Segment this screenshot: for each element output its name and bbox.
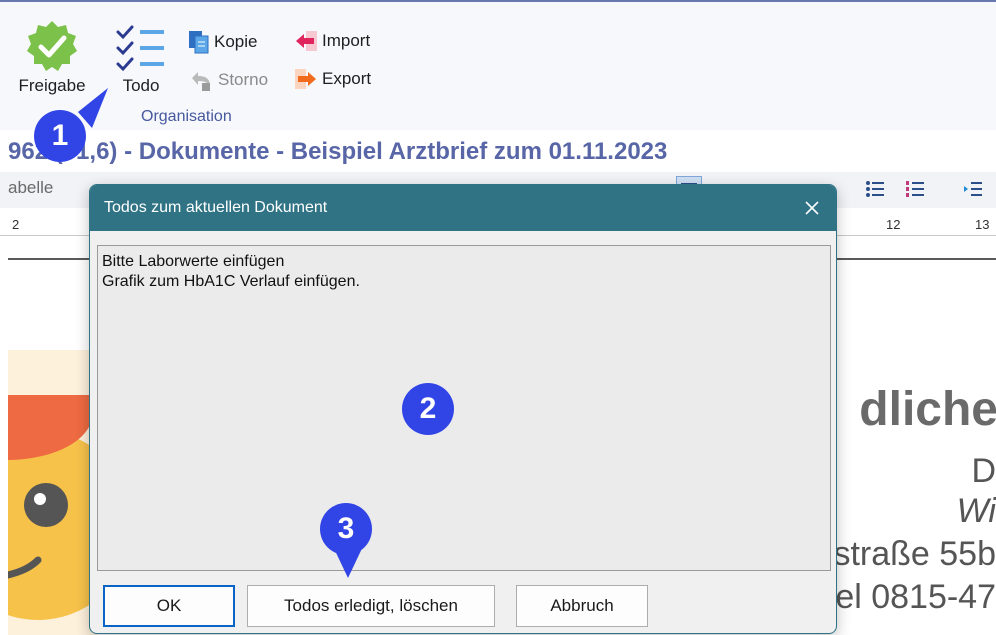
ruler-number: 2 [12, 217, 20, 232]
dialog-titlebar[interactable]: Todos zum aktuellen Dokument [90, 185, 836, 231]
document-line-fragment: straße 55b [833, 535, 996, 573]
todo-button[interactable]: Todo [112, 24, 170, 96]
document-line-fragment: D [971, 452, 996, 490]
toolbar-table-label: abelle [8, 178, 54, 197]
export-arrow-icon [295, 69, 316, 89]
todos-done-delete-button[interactable]: Todos erledigt, löschen [247, 585, 495, 627]
document-heading-fragment: dliche [859, 383, 996, 436]
export-label: Export [322, 69, 372, 88]
dialog-title: Todos zum aktuellen Dokument [104, 199, 328, 216]
mascot-illustration-icon [8, 350, 98, 635]
todo-label: Todo [122, 76, 160, 95]
step-marker-2: 2 [402, 383, 454, 435]
kopie-button[interactable]: Kopie [188, 30, 257, 54]
step-marker-3: 3 [320, 503, 372, 555]
storno-label: Storno [218, 70, 269, 89]
undo-cancel-icon [192, 72, 210, 91]
cancel-button[interactable]: Abbruch [516, 585, 648, 627]
copy-icon [189, 31, 209, 54]
approve-badge-icon [27, 21, 77, 71]
export-button[interactable]: Export [294, 68, 371, 90]
document-line-fragment: Wi [956, 492, 996, 530]
import-button[interactable]: Import [294, 30, 370, 52]
todo-textarea[interactable]: Bitte Laborwerte einfügen Grafik zum HbA… [97, 245, 831, 571]
document-line-fragment: el 0815-47 [835, 578, 996, 616]
bullet-list-icon[interactable] [862, 176, 888, 202]
checklist-icon [116, 25, 164, 72]
ribbon: Freigabe Todo Kopie Storno Import Export… [0, 2, 996, 130]
import-label: Import [322, 31, 371, 50]
indent-icon[interactable] [960, 176, 986, 202]
todo-line: Grafik zum HbA1C Verlauf einfügen. [102, 273, 360, 290]
step-marker-1: 1 [34, 110, 86, 162]
ribbon-group-label: Organisation [141, 108, 232, 125]
ok-button[interactable]: OK [103, 585, 235, 627]
ruler-number: 13 [975, 217, 990, 232]
close-icon[interactable] [800, 196, 824, 220]
document-title: 962 (61,6) - Dokumente - Beispiel Arztbr… [8, 138, 668, 165]
ruler-number: 12 [886, 217, 901, 232]
kopie-label: Kopie [214, 32, 258, 51]
import-arrow-icon [296, 31, 317, 51]
numbered-list-icon[interactable] [902, 176, 928, 202]
todo-dialog: Todos zum aktuellen Dokument Bitte Labor… [89, 184, 837, 634]
todo-line: Bitte Laborwerte einfügen [102, 253, 285, 270]
storno-button[interactable]: Storno [188, 68, 268, 92]
